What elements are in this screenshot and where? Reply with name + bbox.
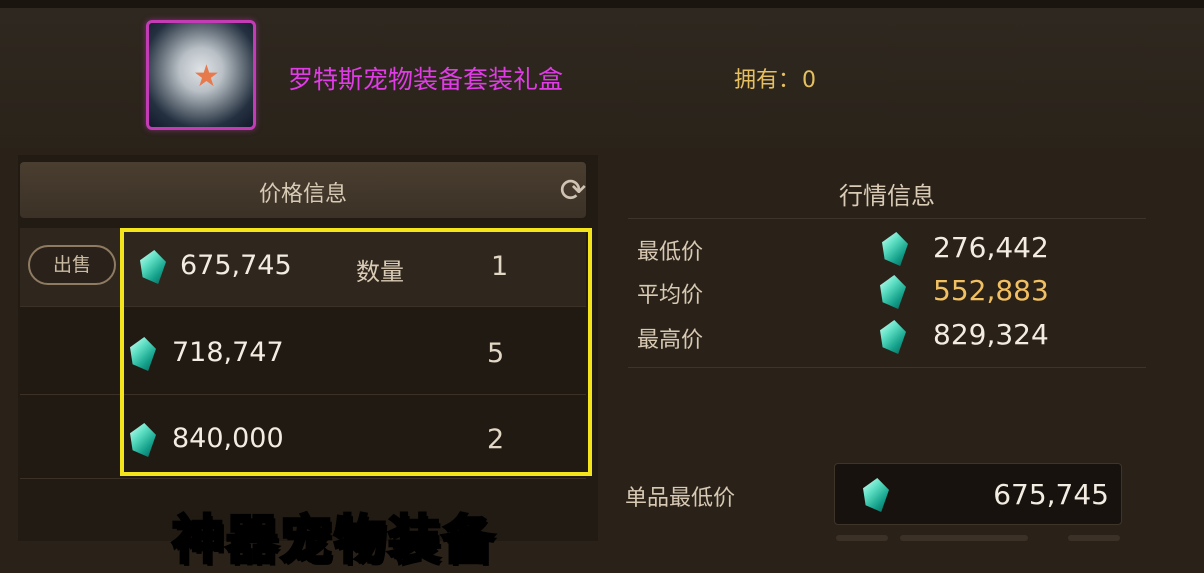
unit-min-price-value: 675,745 (993, 478, 1109, 511)
owned-count: 拥有：0 (732, 62, 816, 94)
min-price-label: 最低价 (637, 240, 704, 265)
unit-min-price-field: 675,745 (834, 463, 1122, 525)
highlight-box (120, 228, 592, 476)
avg-price-value: 552,883 (933, 274, 1049, 307)
max-price-label: 最高价 (637, 328, 704, 353)
min-price-value: 276,442 (933, 231, 1049, 264)
divider (628, 367, 1146, 368)
teal-crystal-icon (880, 275, 906, 309)
sell-button[interactable]: 出售 (28, 245, 116, 285)
unit-min-price-label: 单品最低价 (625, 486, 736, 511)
control-stub[interactable] (836, 535, 888, 541)
control-stub[interactable] (1068, 535, 1120, 541)
max-price-value: 829,324 (933, 318, 1049, 351)
owned-value: 0 (802, 68, 817, 93)
control-stub[interactable] (900, 535, 1028, 541)
teal-crystal-icon (863, 478, 889, 512)
item-name: 罗特斯宠物装备套装礼盒 (288, 65, 564, 94)
owned-label: 拥有： (734, 68, 801, 93)
market-panel-title: 行情信息 (839, 182, 935, 210)
overlay-caption: 神器宠物装备 (170, 510, 497, 573)
teal-crystal-icon (880, 320, 906, 354)
clam-shell-gift-box-icon: ★ (193, 59, 220, 94)
teal-crystal-icon (882, 232, 908, 266)
avg-price-label: 平均价 (637, 283, 704, 308)
divider (628, 218, 1146, 219)
item-icon[interactable]: ★ (146, 20, 256, 130)
price-panel-header: 价格信息 ⟳ (20, 162, 586, 218)
price-panel-title: 价格信息 (258, 182, 347, 207)
refresh-icon[interactable]: ⟳ (555, 172, 591, 208)
